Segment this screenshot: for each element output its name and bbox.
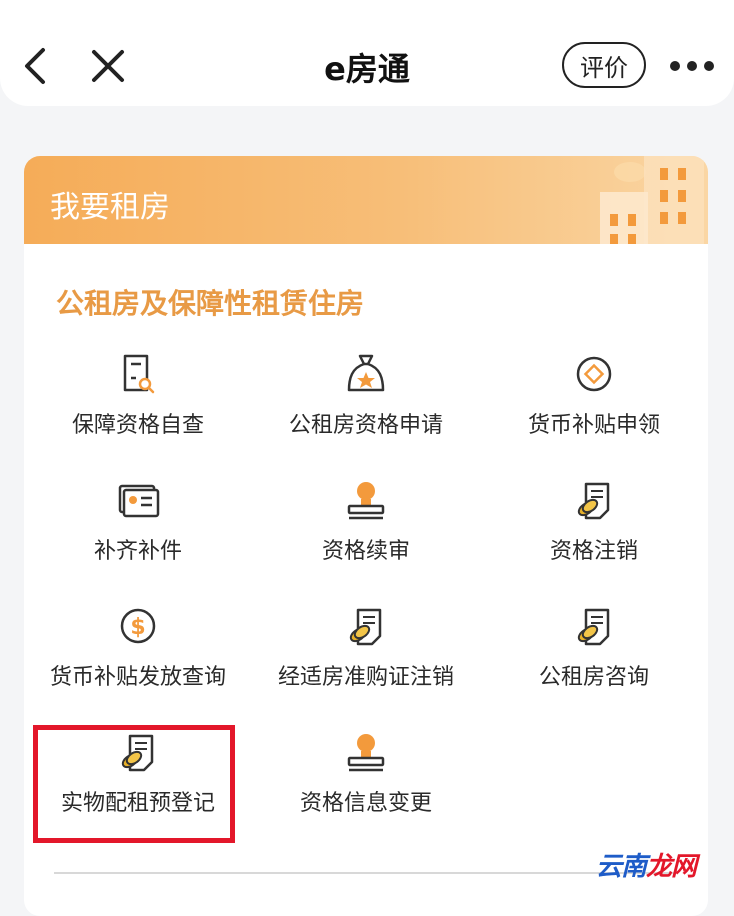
more-dots-icon xyxy=(670,61,714,71)
item-subsidy-distribution-query[interactable]: $ 货币补贴发放查询 xyxy=(24,604,252,694)
item-public-rental-application[interactable]: 公租房资格申请 xyxy=(252,352,480,442)
item-supplement-documents[interactable]: 补齐补件 xyxy=(24,478,252,568)
buildings-illustration-icon xyxy=(600,156,704,244)
item-label: 公租房资格申请 xyxy=(288,413,443,438)
top-navigation-bar: e房通 评价 xyxy=(0,0,734,106)
item-label: 货币补贴发放查询 xyxy=(49,665,226,690)
dollar-coin-icon: $ xyxy=(120,608,156,644)
card-title: 我要租房 xyxy=(50,190,170,225)
card-header: 我要租房 xyxy=(24,156,708,244)
item-affordable-housing-permit-cancel[interactable]: 经适房准购证注销 xyxy=(252,604,480,694)
item-label: 公租房咨询 xyxy=(538,665,649,690)
highlight-box xyxy=(33,725,235,843)
star-bag-icon xyxy=(347,354,385,392)
item-label: 经适房准购证注销 xyxy=(277,665,454,690)
document-coin-icon xyxy=(577,608,610,646)
rate-button[interactable]: 评价 xyxy=(562,42,646,88)
item-label: 资格信息变更 xyxy=(299,791,432,816)
id-card-icon xyxy=(118,484,160,518)
item-eligibility-cancellation[interactable]: 资格注销 xyxy=(480,478,708,568)
stamp-icon xyxy=(347,734,385,772)
diamond-coin-icon xyxy=(576,356,612,392)
item-eligibility-info-change[interactable]: 资格信息变更 xyxy=(252,730,480,820)
item-eligibility-renewal[interactable]: 资格续审 xyxy=(252,478,480,568)
item-eligibility-self-check[interactable]: 保障资格自查 xyxy=(24,352,252,442)
divider xyxy=(54,872,674,874)
item-public-rental-consult[interactable]: 公租房咨询 xyxy=(480,604,708,694)
svg-text:$: $ xyxy=(130,615,145,640)
document-search-icon xyxy=(123,354,155,394)
item-subsidy-claim[interactable]: 货币补贴申领 xyxy=(480,352,708,442)
item-label: 货币补贴申领 xyxy=(527,413,660,438)
document-coin-icon xyxy=(577,482,610,520)
item-label: 资格注销 xyxy=(549,539,638,564)
watermark-logo: 云南龙网 xyxy=(596,852,697,882)
stamp-icon xyxy=(347,482,385,520)
item-label: 补齐补件 xyxy=(93,539,182,564)
more-button[interactable] xyxy=(668,38,716,94)
document-coin-icon xyxy=(349,608,382,646)
item-label: 资格续审 xyxy=(321,539,410,564)
item-label: 保障资格自查 xyxy=(71,413,204,438)
section-title: 公租房及保障性租赁住房 xyxy=(56,287,365,320)
